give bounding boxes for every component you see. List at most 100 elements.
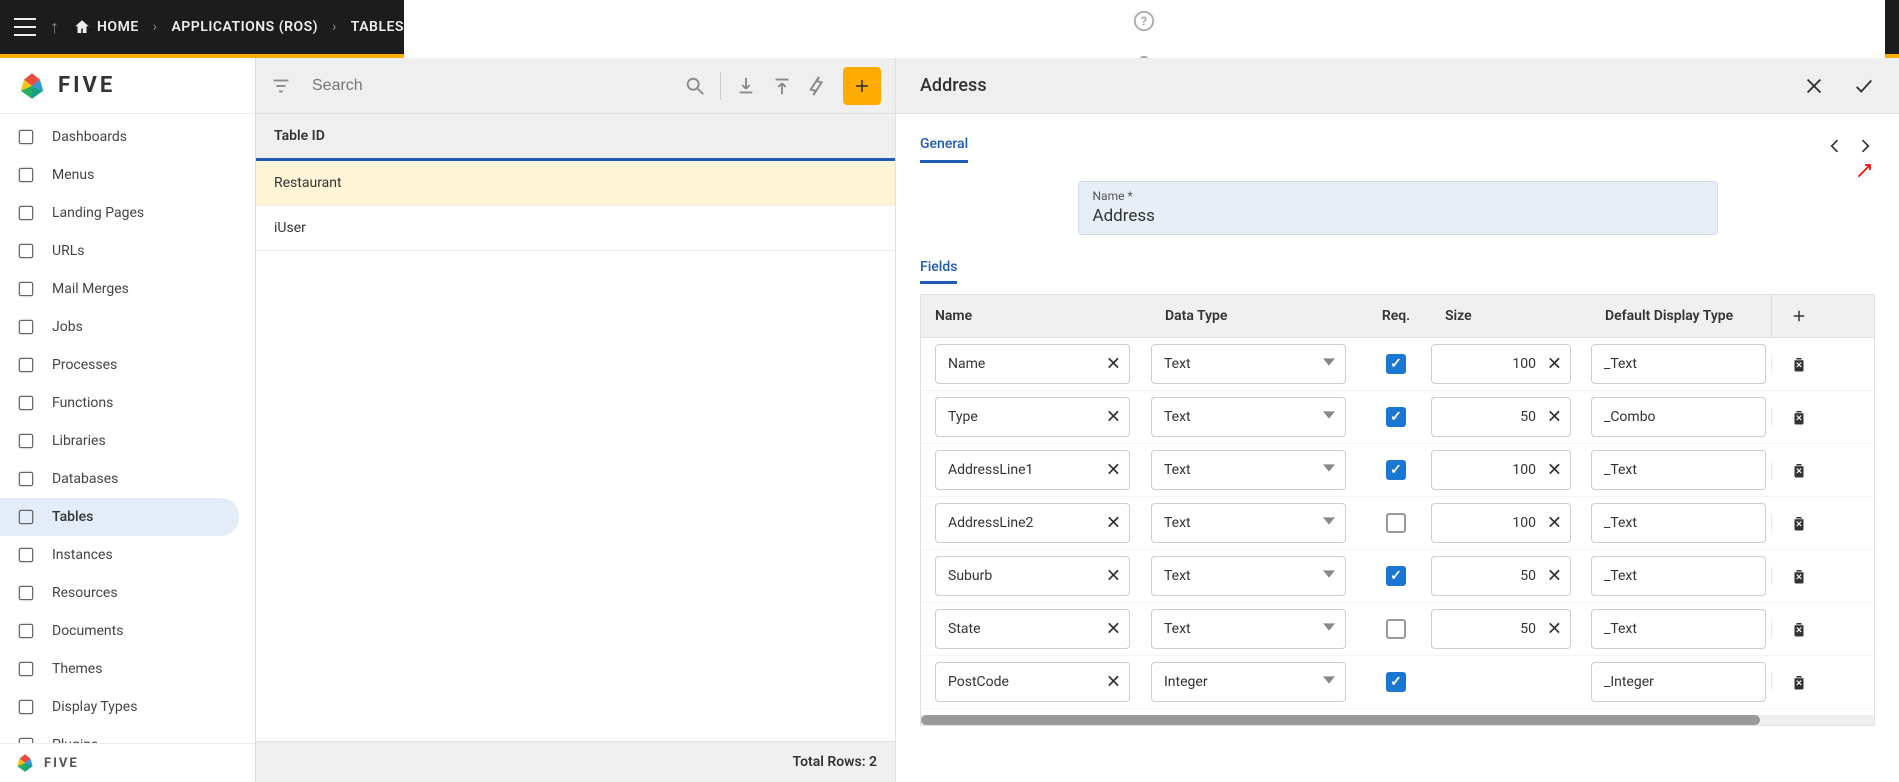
field-display-input[interactable]: _Text bbox=[1591, 344, 1766, 384]
field-required-checkbox[interactable] bbox=[1386, 672, 1406, 692]
sidebar-item-functions[interactable]: Functions bbox=[0, 384, 239, 422]
clear-icon[interactable]: ✕ bbox=[1106, 407, 1121, 428]
col-header-name[interactable]: Name bbox=[921, 296, 1151, 336]
field-required-checkbox[interactable] bbox=[1386, 460, 1406, 480]
clear-icon[interactable]: ✕ bbox=[1106, 672, 1121, 693]
sidebar-item-processes[interactable]: Processes bbox=[0, 346, 239, 384]
sidebar-item-resources[interactable]: Resources bbox=[0, 574, 239, 612]
field-name-input[interactable]: Type✕ bbox=[935, 397, 1130, 437]
delete-field-button[interactable] bbox=[1771, 567, 1825, 585]
clear-icon[interactable]: ✕ bbox=[1106, 619, 1121, 640]
search-input[interactable] bbox=[306, 71, 670, 101]
field-required-checkbox[interactable] bbox=[1386, 566, 1406, 586]
col-header-size[interactable]: Size bbox=[1431, 296, 1591, 336]
field-datatype-select[interactable]: Text bbox=[1151, 450, 1346, 490]
delete-field-button[interactable] bbox=[1771, 514, 1825, 532]
clear-icon[interactable]: ✕ bbox=[1547, 513, 1562, 534]
field-size-input[interactable]: 100✕ bbox=[1431, 450, 1571, 490]
delete-field-button[interactable] bbox=[1771, 408, 1825, 426]
add-button[interactable] bbox=[843, 67, 881, 105]
clear-icon[interactable]: ✕ bbox=[1106, 354, 1121, 375]
clear-icon[interactable]: ✕ bbox=[1106, 513, 1121, 534]
field-required-checkbox[interactable] bbox=[1386, 354, 1406, 374]
clear-icon[interactable]: ✕ bbox=[1547, 354, 1562, 375]
field-size-input[interactable]: 50✕ bbox=[1431, 556, 1571, 596]
next-tab-icon[interactable] bbox=[1855, 136, 1875, 156]
field-required-checkbox[interactable] bbox=[1386, 513, 1406, 533]
delete-field-button[interactable] bbox=[1771, 620, 1825, 638]
clear-icon[interactable]: ✕ bbox=[1106, 460, 1121, 481]
list-column-header[interactable]: Table ID bbox=[256, 114, 895, 161]
field-size-input[interactable]: 100✕ bbox=[1431, 344, 1571, 384]
nav-up-icon[interactable]: ↑ bbox=[50, 17, 59, 38]
close-icon[interactable] bbox=[1803, 75, 1825, 97]
filter-icon[interactable] bbox=[270, 75, 292, 97]
field-name-input[interactable]: Name✕ bbox=[935, 344, 1130, 384]
table-horizontal-scrollbar[interactable] bbox=[921, 715, 1874, 725]
sidebar-item-display-types[interactable]: Display Types bbox=[0, 688, 239, 726]
name-field[interactable]: Name * Address bbox=[1078, 181, 1718, 235]
sidebar-item-libraries[interactable]: Libraries bbox=[0, 422, 239, 460]
table-row[interactable]: iUser bbox=[256, 206, 895, 251]
clear-icon[interactable]: ✕ bbox=[1106, 566, 1121, 587]
col-header-req[interactable]: Req. bbox=[1361, 296, 1431, 336]
field-name-input[interactable]: Suburb✕ bbox=[935, 556, 1130, 596]
field-display-input[interactable]: _Combo bbox=[1591, 397, 1766, 437]
confirm-icon[interactable] bbox=[1853, 75, 1875, 97]
field-size-input[interactable]: 50✕ bbox=[1431, 397, 1571, 437]
field-datatype-select[interactable]: Text bbox=[1151, 556, 1346, 596]
field-datatype-select[interactable]: Text bbox=[1151, 397, 1346, 437]
col-header-display[interactable]: Default Display Type bbox=[1591, 296, 1771, 336]
wizard-icon[interactable] bbox=[807, 75, 829, 97]
field-size-input[interactable]: 50✕ bbox=[1431, 609, 1571, 649]
sidebar-item-tables[interactable]: Tables bbox=[0, 498, 239, 536]
sidebar-item-mail-merges[interactable]: Mail Merges bbox=[0, 270, 239, 308]
delete-field-button[interactable] bbox=[1771, 673, 1825, 691]
prev-tab-icon[interactable] bbox=[1825, 136, 1845, 156]
breadcrumb-tables[interactable]: TABLES bbox=[351, 19, 404, 35]
download-icon[interactable] bbox=[735, 75, 757, 97]
table-row[interactable]: Restaurant bbox=[256, 161, 895, 206]
clear-icon[interactable]: ✕ bbox=[1547, 460, 1562, 481]
clear-icon[interactable]: ✕ bbox=[1547, 407, 1562, 428]
logo[interactable]: FIVE bbox=[0, 58, 255, 114]
clear-icon[interactable]: ✕ bbox=[1547, 619, 1562, 640]
hamburger-menu-icon[interactable] bbox=[14, 18, 36, 36]
sidebar-item-themes[interactable]: Themes bbox=[0, 650, 239, 688]
clear-icon[interactable]: ✕ bbox=[1547, 566, 1562, 587]
field-display-input[interactable]: _Text bbox=[1591, 556, 1766, 596]
field-name-input[interactable]: State✕ bbox=[935, 609, 1130, 649]
sidebar-item-jobs[interactable]: Jobs bbox=[0, 308, 239, 346]
breadcrumb-applications[interactable]: APPLICATIONS (ROS) bbox=[171, 19, 318, 35]
field-name-input[interactable]: AddressLine1✕ bbox=[935, 450, 1130, 490]
field-display-input[interactable]: _Text bbox=[1591, 450, 1766, 490]
field-display-input[interactable]: _Text bbox=[1591, 503, 1766, 543]
upload-icon[interactable] bbox=[771, 75, 793, 97]
delete-field-button[interactable] bbox=[1771, 355, 1825, 373]
sidebar-item-landing-pages[interactable]: Landing Pages bbox=[0, 194, 239, 232]
sidebar-item-dashboards[interactable]: Dashboards bbox=[0, 118, 239, 156]
search-icon[interactable] bbox=[684, 75, 706, 97]
field-display-input[interactable]: _Integer bbox=[1591, 662, 1766, 702]
sidebar-item-documents[interactable]: Documents bbox=[0, 612, 239, 650]
field-datatype-select[interactable]: Text bbox=[1151, 609, 1346, 649]
field-datatype-select[interactable]: Text bbox=[1151, 503, 1346, 543]
field-required-checkbox[interactable] bbox=[1386, 407, 1406, 427]
breadcrumb-home[interactable]: HOME bbox=[73, 18, 139, 36]
field-name-input[interactable]: PostCode✕ bbox=[935, 662, 1130, 702]
field-name-input[interactable]: AddressLine2✕ bbox=[935, 503, 1130, 543]
field-display-input[interactable]: _Text bbox=[1591, 609, 1766, 649]
tab-general[interactable]: General bbox=[920, 128, 968, 163]
sidebar-item-plugins[interactable]: Plugins bbox=[0, 726, 239, 743]
add-field-button[interactable] bbox=[1771, 295, 1825, 337]
sidebar-item-databases[interactable]: Databases bbox=[0, 460, 239, 498]
field-datatype-select[interactable]: Integer bbox=[1151, 662, 1346, 702]
field-datatype-select[interactable]: Text bbox=[1151, 344, 1346, 384]
field-required-checkbox[interactable] bbox=[1386, 619, 1406, 639]
field-size-input[interactable]: 100✕ bbox=[1431, 503, 1571, 543]
delete-field-button[interactable] bbox=[1771, 461, 1825, 479]
sidebar-item-menus[interactable]: Menus bbox=[0, 156, 239, 194]
sidebar-item-instances[interactable]: Instances bbox=[0, 536, 239, 574]
help-icon[interactable]: ? bbox=[1133, 10, 1155, 32]
col-header-datatype[interactable]: Data Type bbox=[1151, 296, 1361, 336]
